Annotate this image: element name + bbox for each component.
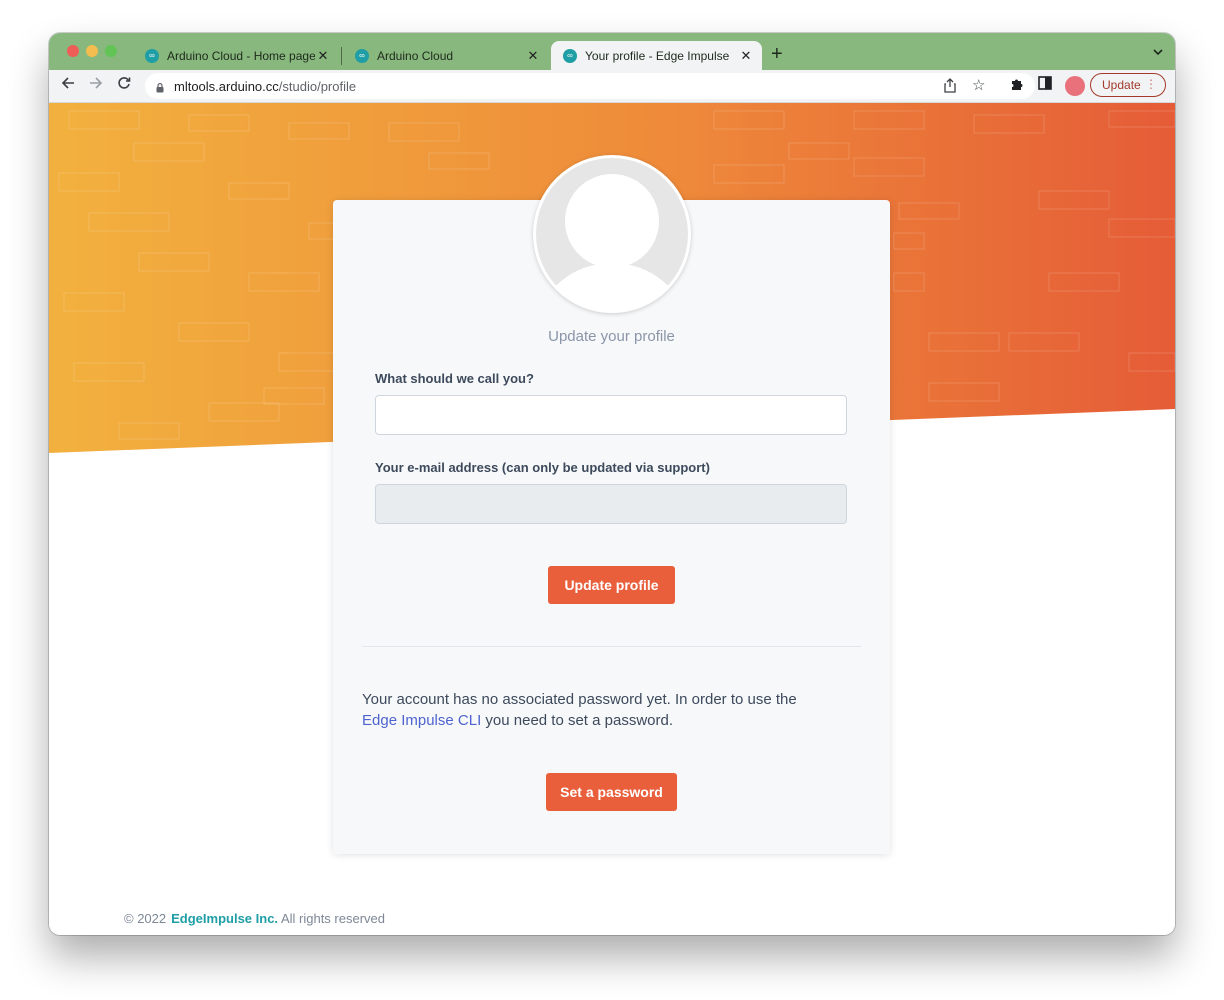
set-password-button[interactable]: Set a password: [546, 773, 677, 811]
avatar: [533, 155, 691, 313]
puzzle-icon[interactable]: [1010, 76, 1025, 94]
arduino-favicon-icon: ∞: [563, 48, 577, 63]
tab-title: Your profile - Edge Impulse: [585, 48, 730, 63]
tab-arduino-cloud-home[interactable]: ∞ Arduino Cloud - Home page ✕: [133, 41, 339, 70]
user-silhouette-icon: [536, 158, 688, 313]
lock-icon[interactable]: [156, 80, 164, 93]
address-bar[interactable]: mltools.arduino.cc/studio/profile ☆: [145, 73, 1035, 99]
page-footer: © 2022 EdgeImpulse Inc. All rights reserv…: [124, 911, 385, 926]
reload-icon[interactable]: [117, 76, 131, 95]
minimize-window-button[interactable]: [86, 45, 98, 57]
tab-your-profile[interactable]: ∞ Your profile - Edge Impulse ✕: [551, 41, 762, 70]
divider: [362, 646, 861, 647]
arrow-left-icon[interactable]: [61, 76, 75, 95]
url-text: mltools.arduino.cc/studio/profile: [174, 79, 356, 94]
tab-close-icon[interactable]: ✕: [738, 48, 754, 64]
tab-title: Arduino Cloud - Home page: [167, 48, 315, 63]
arduino-favicon-icon: ∞: [145, 48, 159, 63]
sidepanel-icon[interactable]: [1038, 76, 1052, 93]
email-field-label: Your e-mail address (can only be updated…: [375, 460, 710, 475]
tab-separator: [341, 47, 342, 65]
footer-brand-link[interactable]: EdgeImpulse Inc.: [171, 911, 278, 926]
tab-arduino-cloud[interactable]: ∞ Arduino Cloud ✕: [343, 41, 549, 70]
tab-strip: ∞ Arduino Cloud - Home page ✕ ∞ Arduino …: [49, 33, 1175, 70]
share-icon[interactable]: [944, 78, 956, 97]
profile-avatar-icon[interactable]: [1065, 76, 1085, 96]
arduino-favicon-icon: ∞: [355, 48, 369, 63]
new-tab-icon[interactable]: +: [771, 44, 783, 64]
notice-text-2: you need to set a password.: [481, 712, 674, 729]
kebab-menu-icon[interactable]: ⋮: [1145, 77, 1157, 91]
email-field: [375, 484, 847, 524]
name-field-label: What should we call you?: [375, 371, 534, 386]
browser-window: ∞ Arduino Cloud - Home page ✕ ∞ Arduino …: [49, 33, 1175, 935]
footer-rights: All rights reserved: [280, 911, 385, 926]
password-notice: Your account has no associated password …: [362, 689, 832, 731]
update-profile-button[interactable]: Update profile: [548, 566, 675, 604]
tab-title: Arduino Cloud: [377, 48, 454, 63]
browser-update-label: Update: [1102, 78, 1141, 92]
page-title: Update your profile: [548, 328, 675, 345]
browser-update-button[interactable]: Update ⋮: [1090, 73, 1166, 97]
close-window-button[interactable]: [67, 45, 79, 57]
page-content: Update your profile What should we call …: [49, 103, 1175, 935]
edge-impulse-cli-link[interactable]: Edge Impulse CLI: [362, 712, 481, 729]
url-host: mltools.arduino.cc: [174, 79, 279, 94]
browser-toolbar: mltools.arduino.cc/studio/profile ☆ Upda…: [49, 70, 1175, 103]
footer-copyright: © 2022: [124, 911, 167, 926]
name-field[interactable]: [375, 395, 847, 435]
tab-search-chevron-icon[interactable]: [1153, 45, 1163, 59]
maximize-window-button[interactable]: [105, 45, 117, 57]
star-icon[interactable]: ☆: [972, 78, 985, 94]
notice-text-1: Your account has no associated password …: [362, 691, 797, 708]
tab-close-icon[interactable]: ✕: [315, 48, 331, 64]
tab-close-icon[interactable]: ✕: [525, 48, 541, 64]
url-path: /studio/profile: [278, 79, 357, 94]
arrow-right-icon[interactable]: [89, 76, 103, 95]
